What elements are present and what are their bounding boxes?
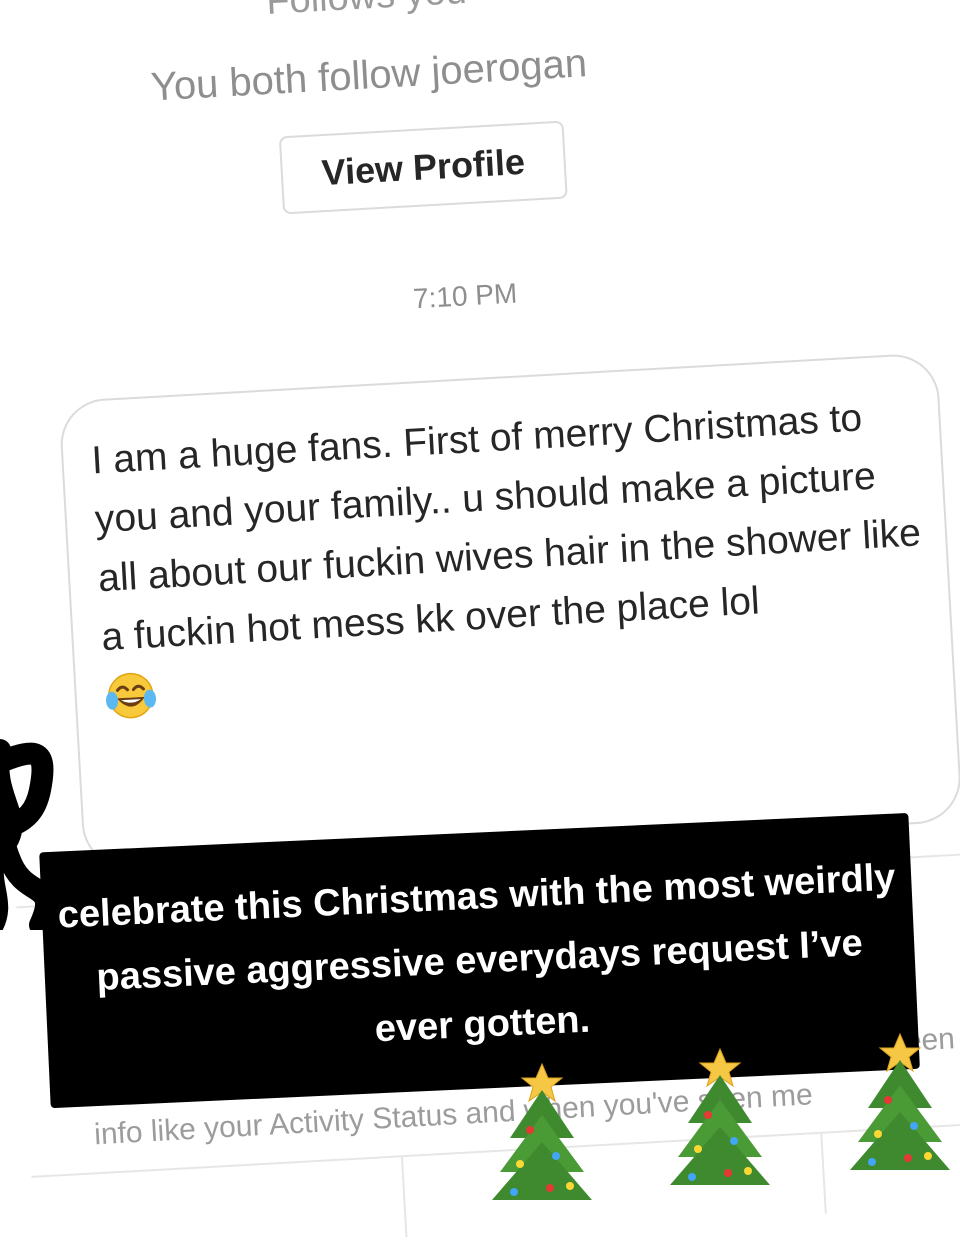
story-caption-text: celebrate this Christmas with the most w… — [56, 856, 897, 1051]
christmas-tree-icon — [850, 1032, 950, 1170]
follows-you-text: Follows you — [265, 0, 468, 24]
christmas-tree-icon — [670, 1047, 770, 1185]
message-text: I am a huge fans. First of merry Christm… — [90, 396, 922, 660]
christmas-tree-icon — [492, 1062, 592, 1200]
mutual-follow-text: You both follow joerogan — [149, 41, 589, 110]
tears-of-joy-emoji-icon — [106, 672, 156, 719]
message-timestamp: 7:10 PM — [412, 277, 519, 315]
view-profile-button[interactable]: View Profile — [278, 120, 568, 215]
message-bubble: I am a huge fans. First of merry Christm… — [58, 352, 960, 871]
story-caption-box: celebrate this Christmas with the most w… — [39, 812, 920, 1109]
